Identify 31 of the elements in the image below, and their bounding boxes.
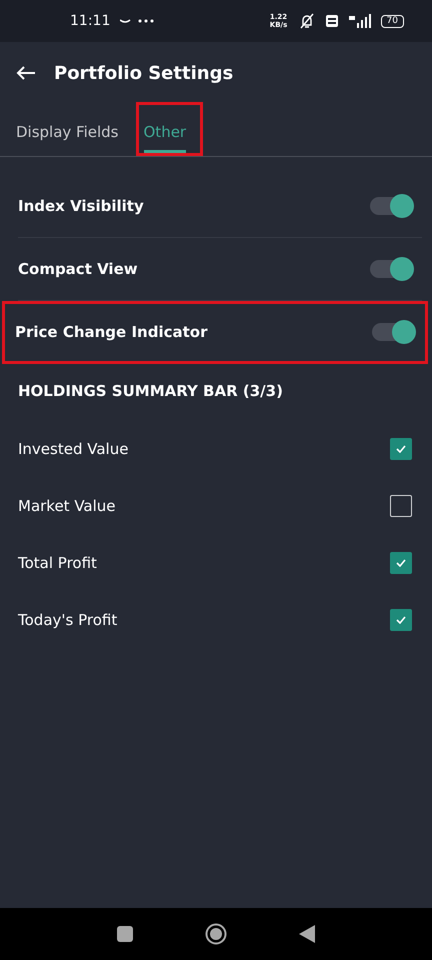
home-icon[interactable] [205, 923, 227, 945]
checkbox[interactable] [390, 552, 412, 574]
checkbox[interactable] [390, 438, 412, 460]
section-heading: HOLDINGS SUMMARY BAR (3/3) [18, 381, 284, 402]
status-time: 11:11 [70, 13, 110, 29]
checkbox-label: Invested Value [18, 440, 128, 458]
back-arrow-icon[interactable] [16, 65, 36, 81]
signal-icon [348, 14, 371, 28]
toggle-switch[interactable] [370, 194, 414, 218]
toggle-switch[interactable] [370, 257, 414, 281]
checkbox-label: Market Value [18, 496, 116, 514]
checkbox[interactable] [390, 494, 412, 516]
checkmark-icon [396, 444, 406, 452]
tab[interactable]: Other [136, 102, 204, 156]
checkmark-icon [396, 616, 406, 624]
toggle-switch[interactable] [372, 320, 416, 344]
setting-label: Price Change Indicator [15, 323, 208, 341]
more-icon [120, 17, 156, 25]
bell-off-icon [298, 13, 315, 29]
battery-level: 70 [380, 14, 404, 28]
checkbox-label: Today's Profit [18, 610, 118, 628]
checkmark-icon [396, 558, 406, 566]
checkbox[interactable] [390, 608, 412, 630]
recents-icon[interactable] [117, 926, 133, 942]
setting-label: Index Visibility [18, 197, 144, 215]
tab[interactable]: Display Fields [8, 102, 136, 156]
checkbox-label: Total Profit [18, 554, 97, 572]
setting-label: Compact View [18, 260, 138, 278]
volte-icon [324, 14, 339, 28]
back-icon[interactable] [299, 925, 315, 943]
page-title: Portfolio Settings [54, 62, 234, 84]
